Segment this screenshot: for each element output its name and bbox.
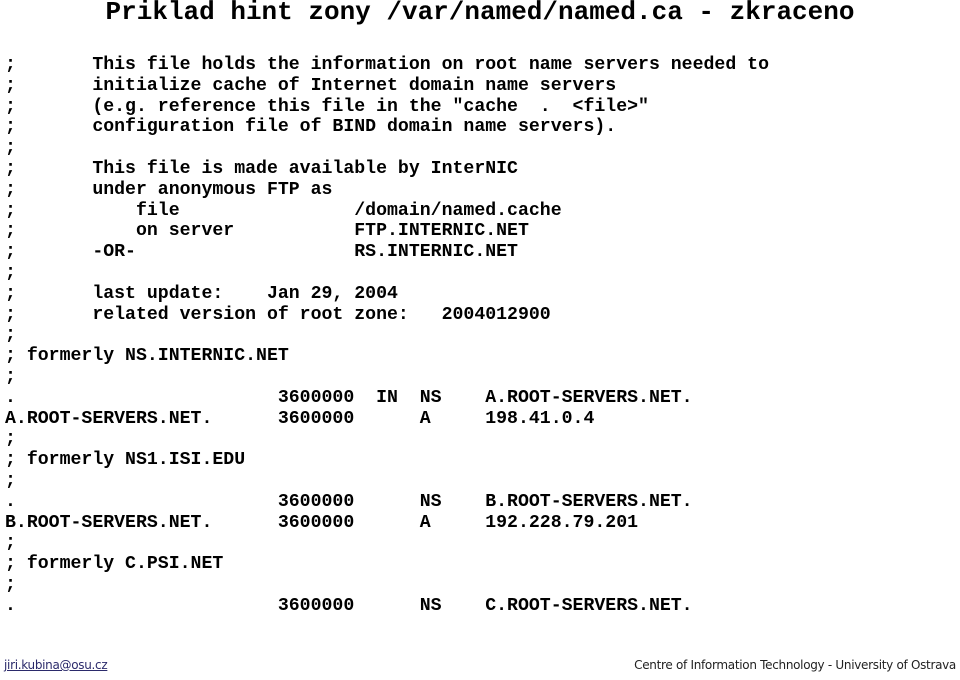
zone-line: . 3600000 NS C.ROOT-SERVERS.NET.	[5, 595, 693, 616]
zone-line: ;	[5, 325, 16, 346]
zone-line: ;	[5, 429, 16, 450]
zone-line: ; last update: Jan 29, 2004	[5, 283, 398, 304]
zone-line: ;	[5, 366, 16, 387]
zone-file-listing: ; This file holds the information on roo…	[5, 55, 769, 617]
zone-line: ; file /domain/named.cache	[5, 200, 562, 221]
slide-title: Priklad hint zony /var/named/named.ca - …	[105, 0, 855, 27]
zone-line: ; This file holds the information on roo…	[5, 55, 769, 75]
zone-line: ; -OR- RS.INTERNIC.NET	[5, 242, 518, 263]
zone-line: ; on server FTP.INTERNIC.NET	[5, 221, 529, 242]
zone-line: ; configuration file of BIND domain name…	[5, 117, 617, 138]
zone-line: ; initialize cache of Internet domain na…	[5, 75, 617, 96]
zone-line: ; This file is made available by InterNI…	[5, 158, 518, 179]
zone-line: ;	[5, 533, 16, 554]
zone-line: ;	[5, 138, 16, 159]
footer-organization: Centre of Information Technology - Unive…	[634, 658, 956, 672]
zone-line: ;	[5, 262, 16, 283]
zone-line: ;	[5, 574, 16, 595]
zone-line: . 3600000 IN NS A.ROOT-SERVERS.NET.	[5, 387, 693, 408]
zone-line: ; under anonymous FTP as	[5, 179, 333, 200]
zone-line: ; formerly C.PSI.NET	[5, 554, 224, 575]
zone-line: . 3600000 NS B.ROOT-SERVERS.NET.	[5, 491, 693, 512]
zone-line: ; formerly NS1.ISI.EDU	[5, 450, 246, 471]
zone-line: B.ROOT-SERVERS.NET. 3600000 A 192.228.79…	[5, 512, 639, 533]
author-email-link[interactable]: jiri.kubina@osu.cz	[4, 658, 108, 672]
zone-line: ; (e.g. reference this file in the "cach…	[5, 96, 649, 117]
zone-line: ; formerly NS.INTERNIC.NET	[5, 346, 289, 367]
zone-line: A.ROOT-SERVERS.NET. 3600000 A 198.41.0.4	[5, 408, 595, 429]
zone-line: ; related version of root zone: 20040129…	[5, 304, 551, 325]
zone-line: ;	[5, 470, 16, 491]
